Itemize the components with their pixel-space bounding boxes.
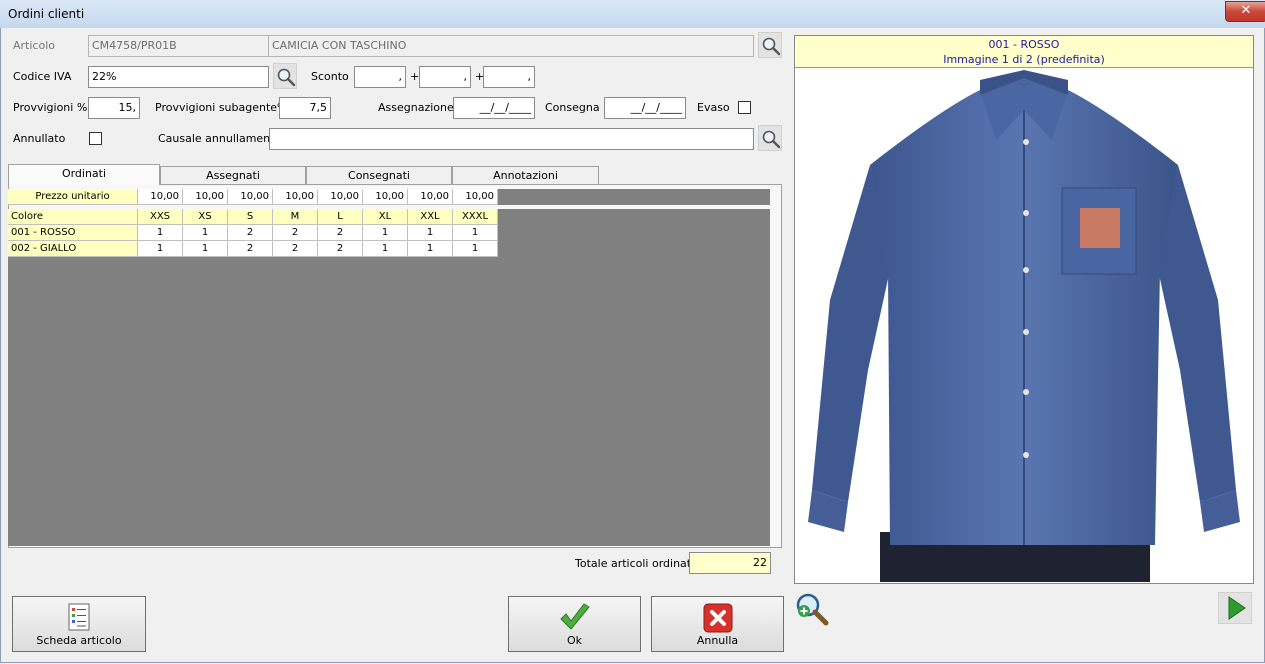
- image-caption-color: 001 - ROSSO: [988, 38, 1060, 51]
- subagente-field[interactable]: 7,5: [279, 97, 331, 119]
- causale-field[interactable]: [269, 128, 754, 150]
- search-icon: [762, 130, 781, 149]
- cancel-x-icon: [703, 603, 732, 633]
- annulla-button[interactable]: Annulla: [651, 596, 784, 652]
- image-caption: 001 - ROSSO Immagine 1 di 2 (predefinita…: [795, 36, 1253, 68]
- quantity-cell[interactable]: 1: [138, 241, 183, 257]
- zoom-in-icon: [796, 593, 829, 626]
- image-caption-index: Immagine 1 di 2 (predefinita): [943, 53, 1105, 66]
- shirt-image: [808, 70, 1240, 582]
- close-window-button[interactable]: ✕: [1225, 1, 1265, 22]
- size-header: XL: [363, 209, 408, 225]
- ok-label: Ok: [566, 634, 583, 647]
- quantity-cell[interactable]: 1: [408, 225, 453, 241]
- quantity-cell[interactable]: 1: [363, 225, 408, 241]
- quantity-cell[interactable]: 2: [318, 241, 363, 257]
- articolo-label: Articolo: [13, 39, 55, 52]
- subagente-label: Provvigioni subagente%: [155, 101, 288, 114]
- price-cell[interactable]: 10,00: [138, 189, 183, 205]
- causale-label: Causale annullamento: [158, 132, 282, 145]
- price-cell[interactable]: 10,00: [318, 189, 363, 205]
- ok-button[interactable]: Ok: [508, 596, 641, 652]
- search-icon: [277, 68, 296, 87]
- sconto-2-field[interactable]: ,: [419, 66, 471, 88]
- scheda-articolo-label: Scheda articolo: [36, 634, 122, 647]
- price-cell[interactable]: 10,00: [408, 189, 453, 205]
- totale-label: Totale articoli ordinati: [575, 557, 695, 570]
- size-header: S: [228, 209, 273, 225]
- scheda-articolo-button[interactable]: Scheda articolo: [12, 596, 146, 652]
- annullato-label: Annullato: [13, 132, 66, 145]
- size-header: XXXL: [453, 209, 498, 225]
- color-column-header: Colore: [8, 209, 138, 225]
- evaso-label: Evaso: [697, 101, 730, 114]
- tab-annotazioni[interactable]: Annotazioni: [452, 166, 599, 184]
- causale-search-button[interactable]: [758, 125, 782, 151]
- iva-field[interactable]: 22%: [88, 66, 269, 88]
- price-cell[interactable]: 10,00: [363, 189, 408, 205]
- plus-sign: +: [410, 70, 420, 83]
- size-header: M: [273, 209, 318, 225]
- sconto-label: Sconto: [311, 70, 349, 83]
- consegna-date-field[interactable]: __/__/____: [604, 97, 686, 119]
- color-row-label[interactable]: 002 - GIALLO: [8, 241, 138, 257]
- pocket-color-patch: [1080, 208, 1120, 248]
- articolo-search-button[interactable]: [758, 32, 782, 58]
- quantity-cell[interactable]: 2: [228, 225, 273, 241]
- quantity-cell[interactable]: 2: [273, 225, 318, 241]
- annullato-checkbox[interactable]: [89, 132, 102, 145]
- annulla-label: Annulla: [696, 634, 739, 647]
- quantity-cell[interactable]: 2: [228, 241, 273, 257]
- sconto-1-field[interactable]: ,: [354, 66, 406, 88]
- document-list-icon: [68, 603, 90, 631]
- totale-field: 22: [689, 552, 771, 574]
- tab-assegnati[interactable]: Assegnati: [160, 166, 306, 184]
- assegnazione-label: Assegnazione: [378, 101, 454, 114]
- tab-ordinati[interactable]: Ordinati: [8, 164, 160, 185]
- title-bar: [0, 0, 1265, 29]
- price-cell[interactable]: 10,00: [273, 189, 318, 205]
- color-row-label[interactable]: 001 - ROSSO: [8, 225, 138, 241]
- sconto-3-field[interactable]: ,: [483, 66, 535, 88]
- size-header: XXL: [408, 209, 453, 225]
- quantity-cell[interactable]: 1: [453, 241, 498, 257]
- price-row-label: Prezzo unitario: [8, 189, 138, 205]
- tab-consegnati[interactable]: Consegnati: [306, 166, 452, 184]
- next-arrow-icon: [1228, 596, 1246, 620]
- iva-label: Codice IVA: [13, 70, 72, 83]
- price-cell[interactable]: 10,00: [183, 189, 228, 205]
- window-title: Ordini clienti: [8, 7, 85, 21]
- quantity-cell[interactable]: 1: [408, 241, 453, 257]
- checkmark-icon: [559, 603, 590, 630]
- quantity-cell[interactable]: 1: [363, 241, 408, 257]
- zoom-image-button[interactable]: [795, 592, 829, 626]
- quantity-cell[interactable]: 1: [453, 225, 498, 241]
- provvigioni-label: Provvigioni %: [13, 101, 88, 114]
- quantity-cell[interactable]: 2: [318, 225, 363, 241]
- size-header: XXS: [138, 209, 183, 225]
- size-grid: [8, 209, 770, 546]
- assegnazione-date-field[interactable]: __/__/____: [453, 97, 535, 119]
- quantity-cell[interactable]: 1: [138, 225, 183, 241]
- iva-search-button[interactable]: [273, 63, 297, 89]
- quantity-cell[interactable]: 2: [273, 241, 318, 257]
- articolo-description-field[interactable]: CAMICIA CON TASCHINO: [268, 35, 754, 57]
- provvigioni-field[interactable]: 15,: [88, 97, 140, 119]
- price-cell[interactable]: 10,00: [453, 189, 498, 205]
- articolo-code-field[interactable]: CM4758/PR01B: [88, 35, 269, 57]
- search-icon: [762, 37, 781, 56]
- consegna-label: Consegna: [545, 101, 600, 114]
- quantity-cell[interactable]: 1: [183, 225, 228, 241]
- size-header: XS: [183, 209, 228, 225]
- size-header: L: [318, 209, 363, 225]
- next-image-button[interactable]: [1218, 592, 1252, 624]
- evaso-checkbox[interactable]: [738, 101, 751, 114]
- quantity-cell[interactable]: 1: [183, 241, 228, 257]
- price-cell[interactable]: 10,00: [228, 189, 273, 205]
